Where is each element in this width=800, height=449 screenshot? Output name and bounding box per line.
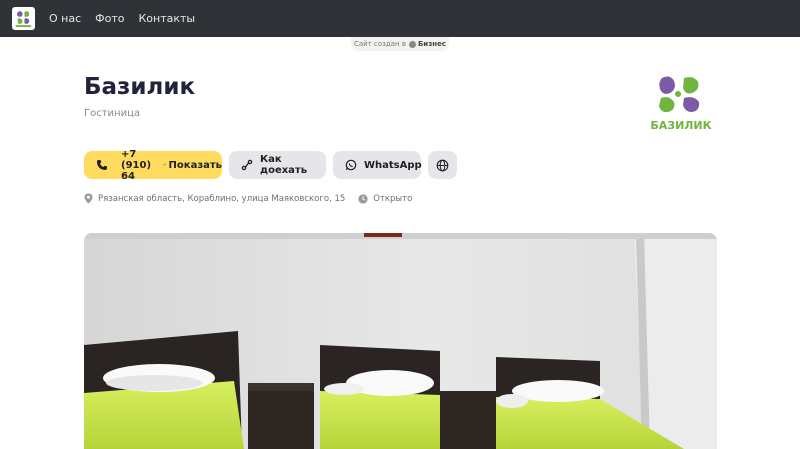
- made-with-prefix: Сайт создан в: [354, 40, 406, 48]
- nav-item-photo[interactable]: Фото: [95, 12, 124, 25]
- basilik-logo-icon[interactable]: [12, 7, 35, 30]
- made-with-badge[interactable]: Сайт создан в Бизнес: [351, 37, 449, 51]
- phone-number: +7 (910) 64: [121, 148, 152, 182]
- website-button[interactable]: [428, 151, 457, 179]
- phone-show-label: Показать: [168, 159, 222, 171]
- hotel-room-photo[interactable]: [84, 233, 717, 449]
- address-text[interactable]: Рязанская область, Кораблино, улица Маяк…: [98, 194, 345, 204]
- whatsapp-button[interactable]: WhatsApp: [333, 151, 422, 179]
- open-status[interactable]: Открыто: [373, 194, 412, 204]
- brand-logo: БАЗИЛИК: [650, 76, 712, 132]
- globe-icon: [436, 159, 449, 172]
- route-icon: [241, 159, 253, 171]
- page-title: Базилик: [84, 74, 196, 100]
- route-label: Как доехать: [260, 154, 308, 176]
- phone-hidden-digits: ·: [162, 159, 167, 171]
- hotel-room-illustration: [84, 233, 717, 449]
- business-meta: Рязанская область, Кораблино, улица Маяк…: [84, 193, 412, 204]
- phone-icon: [96, 159, 108, 171]
- phone-button[interactable]: +7 (910) 64 · Показать: [84, 148, 222, 182]
- whatsapp-icon: [345, 159, 357, 171]
- clock-icon: [358, 193, 368, 204]
- top-navbar: О нас Фото Контакты: [0, 0, 800, 37]
- whatsapp-label: WhatsApp: [364, 159, 422, 171]
- page-subtitle: Гостиница: [84, 108, 141, 119]
- action-buttons: +7 (910) 64 · Показать Как доехать Whats…: [84, 148, 464, 182]
- location-pin-icon: [84, 193, 93, 204]
- made-with-brand: Бизнес: [417, 40, 446, 48]
- brand-logo-text: БАЗИЛИК: [650, 119, 711, 132]
- route-button[interactable]: Как доехать: [229, 151, 326, 179]
- nav-item-about[interactable]: О нас: [49, 12, 81, 25]
- yandex-icon: [408, 40, 416, 48]
- nav-item-contacts[interactable]: Контакты: [138, 12, 195, 25]
- main-nav: О нас Фото Контакты: [49, 12, 209, 25]
